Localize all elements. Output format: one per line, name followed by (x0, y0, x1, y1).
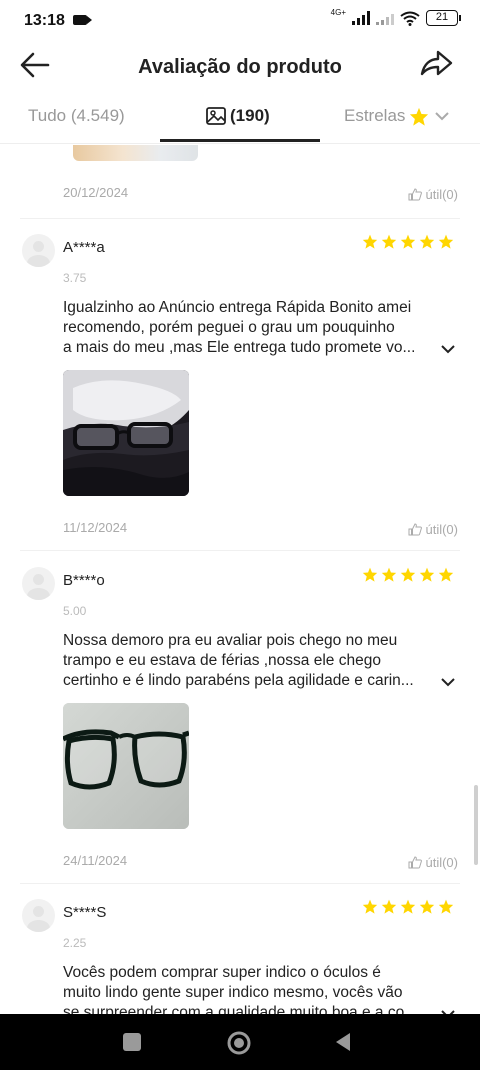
useful-button[interactable]: útil(0) (408, 855, 458, 870)
tab-with-photos[interactable]: (190) (206, 106, 270, 126)
star-icon (381, 899, 397, 914)
star-rating (362, 899, 454, 914)
review-text-line: recomendo, porém peguei o grau um pouqui… (63, 319, 395, 336)
thumbs-up-icon (408, 188, 423, 201)
star-rating (362, 567, 454, 582)
glasses-photo (63, 370, 189, 496)
star-icon (410, 107, 429, 126)
review-text-line: trampo e eu estava de férias ,nossa ele … (63, 652, 381, 669)
tab-stars-filter[interactable]: Estrelas (344, 106, 451, 126)
star-icon (400, 234, 416, 249)
home-button[interactable] (226, 1030, 252, 1056)
rating-value: 5.00 (63, 604, 87, 618)
wifi-icon (400, 11, 420, 26)
star-icon (362, 567, 378, 582)
star-icon (381, 234, 397, 249)
star-icon (419, 567, 435, 582)
thumbs-up-icon (408, 856, 423, 869)
star-icon (400, 567, 416, 582)
divider (20, 883, 460, 884)
review-text-line: muito lindo gente super indico mesmo, vo… (63, 984, 403, 1001)
page-title: Avaliação do produto (138, 56, 342, 78)
tab-all-label: Tudo (4.549) (28, 106, 125, 125)
status-bar: 13:18 4G+ 21 (0, 0, 480, 42)
network-type: 4G+ (330, 7, 346, 17)
system-nav-bar (0, 1014, 480, 1070)
tab-all[interactable]: Tudo (4.549) (28, 106, 125, 126)
review-date: 11/12/2024 (63, 520, 128, 535)
battery-icon: 21 (426, 10, 461, 26)
scrollbar[interactable] (474, 785, 478, 865)
status-icons: 4G+ 21 (330, 7, 461, 26)
review-text-line: certinho e é lindo parabéns pela agilida… (63, 672, 414, 689)
review-text: Vocês podem comprar super indico o óculo… (63, 963, 453, 1015)
share-button[interactable] (418, 48, 458, 84)
image-icon (206, 107, 226, 125)
useful-count: útil(0) (425, 187, 458, 202)
useful-button[interactable]: útil(0) (408, 522, 458, 537)
divider (20, 218, 460, 219)
avatar (22, 567, 55, 600)
useful-button[interactable]: útil(0) (408, 187, 458, 202)
expand-review-button[interactable] (440, 342, 456, 360)
home-circle-icon (227, 1031, 251, 1055)
share-icon (420, 50, 453, 76)
chevron-down-icon (441, 345, 455, 354)
review-text-line: Igualzinho ao Anúncio entrega Rápida Bon… (63, 299, 412, 316)
star-icon (419, 234, 435, 249)
star-icon (400, 899, 416, 914)
thumbs-up-icon (408, 523, 423, 536)
tab-photos-label: (190) (230, 106, 270, 125)
review-date: 24/11/2024 (63, 853, 128, 868)
review-text-line: Vocês podem comprar super indico o óculo… (63, 964, 381, 981)
signal-secondary-icon (376, 14, 394, 25)
star-icon (381, 567, 397, 582)
review-item: S****S 2.25 Vocês podem comprar super in… (0, 885, 480, 1015)
recents-button[interactable] (123, 1033, 141, 1051)
review-item: B****o 5.00 Nossa demoro pra eu avaliar … (0, 553, 480, 883)
star-icon (438, 567, 454, 582)
star-icon (362, 234, 378, 249)
rating-value: 2.25 (63, 936, 87, 950)
review-photo[interactable] (63, 370, 189, 496)
reviewer-name: B****o (63, 572, 105, 589)
review-text-line: a mais do meu ,mas Ele entrega tudo prom… (63, 339, 416, 356)
review-list[interactable]: 20/12/2024 útil(0) A****a 3.75 Igualzinh… (0, 145, 480, 1015)
signal-icon (352, 11, 370, 25)
system-back-button[interactable] (332, 1030, 358, 1056)
review-text: Igualzinho ao Anúncio entrega Rápida Bon… (63, 298, 453, 358)
star-icon (438, 899, 454, 914)
useful-count: útil(0) (425, 522, 458, 537)
reviewer-name: S****S (63, 904, 107, 921)
divider (20, 550, 460, 551)
review-text: Nossa demoro pra eu avaliar pois chego n… (63, 631, 453, 691)
star-icon (438, 234, 454, 249)
useful-count: útil(0) (425, 855, 458, 870)
review-item: A****a 3.75 Igualzinho ao Anúncio entreg… (0, 220, 480, 550)
review-text-line: Nossa demoro pra eu avaliar pois chego n… (63, 632, 398, 649)
chevron-down-icon (441, 678, 455, 687)
star-icon (419, 899, 435, 914)
active-tab-indicator (160, 139, 320, 142)
avatar (22, 234, 55, 267)
rating-value: 3.75 (63, 271, 87, 285)
reviewer-name: A****a (63, 239, 105, 256)
glasses-photo (63, 703, 189, 829)
chevron-down-icon (435, 112, 450, 121)
back-triangle-icon (336, 1033, 350, 1051)
review-photo[interactable] (63, 703, 189, 829)
tab-stars-label: Estrelas (344, 106, 406, 125)
star-icon (362, 899, 378, 914)
status-time: 13:18 (24, 12, 65, 29)
review-date: 20/12/2024 (63, 185, 129, 200)
expand-review-button[interactable] (440, 675, 456, 693)
avatar (22, 899, 55, 932)
star-rating (362, 234, 454, 249)
review-photo-partial[interactable] (73, 145, 198, 161)
review-filter-tabs: Tudo (4.549) (190) Estrelas (0, 96, 480, 144)
video-camera-icon (73, 15, 92, 25)
top-app-bar: Avaliação do produto (0, 42, 480, 92)
